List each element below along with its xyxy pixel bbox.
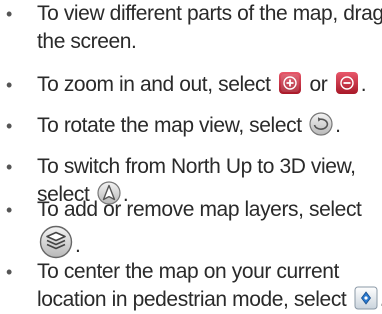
item-line: To view different parts of the map, drag <box>37 2 382 25</box>
item-line: To switch from North Up to 3D view, <box>37 155 356 178</box>
item-text-before: To rotate the map view, select <box>37 114 302 137</box>
item-line: To rotate the map view, select . <box>37 112 380 140</box>
bullet: • <box>6 4 12 24</box>
bullet: • <box>6 262 12 282</box>
item-text-after: . <box>360 73 367 96</box>
item-text: To add or remove map layers, select . <box>37 196 380 260</box>
item-line: To zoom in and out, select or . <box>37 71 380 99</box>
bullet: • <box>6 116 12 136</box>
item-line: . <box>37 225 380 260</box>
zoom-in-icon <box>278 71 302 95</box>
item-text-before: To zoom in and out, select <box>37 73 271 96</box>
center-location-icon <box>354 286 378 310</box>
bullet: • <box>6 200 12 220</box>
bullet: • <box>6 75 12 95</box>
item-line: To center the map on your current <box>37 260 339 283</box>
item-line: To add or remove map layers, select <box>37 198 362 221</box>
instructions-page: • To view different parts of the map, dr… <box>0 0 382 311</box>
bullet: • <box>6 157 12 177</box>
item-line: the screen. <box>37 30 137 53</box>
zoom-out-icon <box>335 71 359 95</box>
item-text: To zoom in and out, select or . <box>37 71 380 99</box>
item-text: To rotate the map view, select . <box>37 112 380 140</box>
item-text-before: location in pedestrian mode, select <box>37 288 347 311</box>
item-text: To view different parts of the map, drag… <box>37 0 382 56</box>
item-text-after: . <box>75 234 81 257</box>
map-layers-icon <box>39 225 73 259</box>
item-text-after: . <box>335 114 341 137</box>
item-text: To center the map on your current locati… <box>37 258 382 314</box>
item-line: location in pedestrian mode, select <box>37 286 382 314</box>
rotate-icon <box>309 112 333 136</box>
item-text-between: or <box>309 73 328 96</box>
